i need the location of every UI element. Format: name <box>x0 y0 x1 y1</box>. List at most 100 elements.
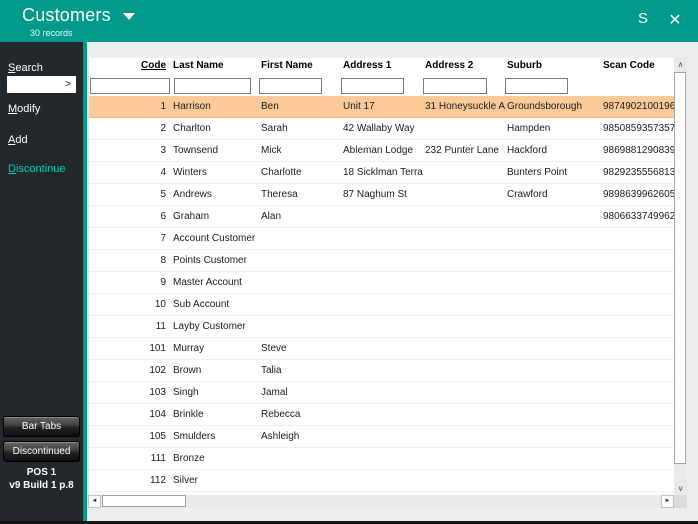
scrollbar-corner <box>674 495 687 508</box>
table-row[interactable]: 3 Townsend Mick Ableman Lodge 232 Punter Lan… <box>89 140 674 162</box>
table-cell <box>423 184 505 205</box>
table-cell <box>423 338 505 359</box>
table-cell: 3 <box>160 145 166 156</box>
column-header-address-2[interactable]: Address 2 <box>423 58 505 75</box>
table-row[interactable]: 9 Master Account <box>89 272 674 294</box>
column-header-first-name[interactable]: First Name <box>259 58 341 75</box>
filter-input-code[interactable] <box>90 77 170 94</box>
table-row[interactable]: 4 Winters Charlotte 18 Sicklman Terrace Bunt… <box>89 162 674 184</box>
table-row[interactable]: 104 Brinkle Rebecca <box>89 404 674 426</box>
table-cell <box>423 162 505 183</box>
table-cell <box>341 448 423 469</box>
table-cell: Brinkle <box>173 409 204 420</box>
settings-button[interactable]: S <box>632 10 654 27</box>
table-cell <box>259 448 341 469</box>
table-cell: Charlton <box>173 123 211 134</box>
table-cell <box>601 470 674 491</box>
filter-input-last-name[interactable] <box>174 77 251 94</box>
table-cell: 105 <box>149 431 166 442</box>
scroll-left-icon[interactable]: ◄ <box>88 495 101 508</box>
table-cell <box>601 250 674 271</box>
table-cell <box>601 404 674 425</box>
sidebar-item-search[interactable]: Search <box>8 62 43 74</box>
table-cell: Silver <box>173 475 199 486</box>
column-header-address-1[interactable]: Address 1 <box>341 58 423 75</box>
table-cell: 9874902100196 <box>603 101 674 112</box>
filter-row <box>89 75 674 96</box>
table-row[interactable]: 103 Singh Jamal <box>89 382 674 404</box>
customer-table: Code Last Name First Name Address 1 Addr… <box>88 58 674 495</box>
table-cell: 10 <box>154 299 166 310</box>
column-header-suburb[interactable]: Suburb <box>505 58 601 75</box>
table-cell: Bronze <box>173 453 205 464</box>
module-dropdown[interactable]: Customers 30 records <box>22 5 135 38</box>
sidebar-item-modify[interactable]: Modify <box>8 103 40 115</box>
table-cell: 101 <box>149 343 166 354</box>
table-cell <box>259 316 341 337</box>
table-cell <box>423 360 505 381</box>
table-cell: 87 Naghum St <box>343 189 407 200</box>
table-cell: Unit 17 <box>343 101 375 112</box>
table-row[interactable]: 10 Sub Account <box>89 294 674 316</box>
discontinued-button[interactable]: Discontinued <box>3 441 80 462</box>
filter-input-first-name[interactable] <box>259 77 322 94</box>
table-cell: 232 Punter Lane <box>425 145 499 156</box>
horizontal-scrollbar[interactable]: ◄ ► <box>88 495 674 508</box>
sidebar-item-add[interactable]: Add <box>8 134 28 146</box>
record-count: 30 records <box>30 28 73 38</box>
search-indicator: > <box>65 79 71 90</box>
table-cell <box>601 426 674 447</box>
filter-input-suburb[interactable] <box>505 77 568 94</box>
vertical-scrollbar-thumb[interactable] <box>674 72 686 464</box>
table-row[interactable]: 111 Bronze <box>89 448 674 470</box>
table-cell: 112 <box>150 475 166 486</box>
table-row[interactable]: 2 Charlton Sarah 42 Wallaby Way Hampden 98508… <box>89 118 674 140</box>
table-row[interactable]: 7 Account Customer <box>89 228 674 250</box>
sidebar-item-discontinue[interactable]: Discontinue <box>8 163 66 175</box>
table-cell <box>341 272 423 293</box>
table-cell: Ashleigh <box>261 431 300 442</box>
table-row[interactable]: 101 Murray Steve <box>89 338 674 360</box>
scroll-right-icon[interactable]: ► <box>661 495 674 508</box>
table-row[interactable]: 1 Harrison Ben Unit 17 31 Honeysuckle AveGro… <box>89 96 674 118</box>
table-row[interactable]: 102 Brown Talia <box>89 360 674 382</box>
table-cell: Andrews <box>173 189 212 200</box>
chevron-down-icon <box>122 13 135 21</box>
table-cell: Groundsborough <box>507 101 583 112</box>
table-cell <box>601 360 674 381</box>
bar-tabs-button[interactable]: Bar Tabs <box>3 416 80 437</box>
column-header-code[interactable]: Code <box>89 58 171 75</box>
table-cell: Layby Customer <box>173 321 246 332</box>
scroll-down-icon[interactable]: ∨ <box>674 482 687 495</box>
column-header-scan-code[interactable]: Scan Code <box>601 58 674 75</box>
table-cell: 5 <box>160 189 166 200</box>
search-input[interactable] <box>9 78 61 91</box>
column-header-last-name[interactable]: Last Name <box>171 58 259 75</box>
sidebar: Search > Modify Add Discontinue Bar Tabs… <box>0 42 83 521</box>
vertical-scrollbar[interactable]: ∧ ∨ <box>674 58 687 495</box>
main-content: Code Last Name First Name Address 1 Addr… <box>87 42 698 521</box>
table-cell: Theresa <box>261 189 298 200</box>
horizontal-scrollbar-thumb[interactable] <box>102 495 186 507</box>
table-row[interactable]: 6 Graham Alan 9806633749962 <box>89 206 674 228</box>
table-row[interactable]: 105 Smulders Ashleigh <box>89 426 674 448</box>
filter-input-address-2[interactable] <box>423 77 487 94</box>
filter-input-address-1[interactable] <box>341 77 404 94</box>
table-row[interactable]: 112 Silver <box>89 470 674 492</box>
table-cell: Harrison <box>173 101 211 112</box>
close-icon[interactable]: ✕ <box>664 10 686 30</box>
table-cell <box>341 404 423 425</box>
table-cell: Graham <box>173 211 210 222</box>
table-row[interactable]: 11 Layby Customer <box>89 316 674 338</box>
table-cell: Master Account <box>173 277 242 288</box>
table-cell: Mick <box>261 145 282 156</box>
pos-build: v9 Build 1 p.8 <box>9 479 74 491</box>
table-cell: 9829235556813 <box>603 167 674 178</box>
table-cell: 7 <box>160 233 166 244</box>
table-cell: Townsend <box>173 145 219 156</box>
table-cell: 9806633749962 <box>603 211 674 222</box>
table-row[interactable]: 8 Points Customer <box>89 250 674 272</box>
scroll-up-icon[interactable]: ∧ <box>674 58 687 71</box>
table-cell: 103 <box>149 387 166 398</box>
table-row[interactable]: 5 Andrews Theresa 87 Naghum St Crawford 98986… <box>89 184 674 206</box>
